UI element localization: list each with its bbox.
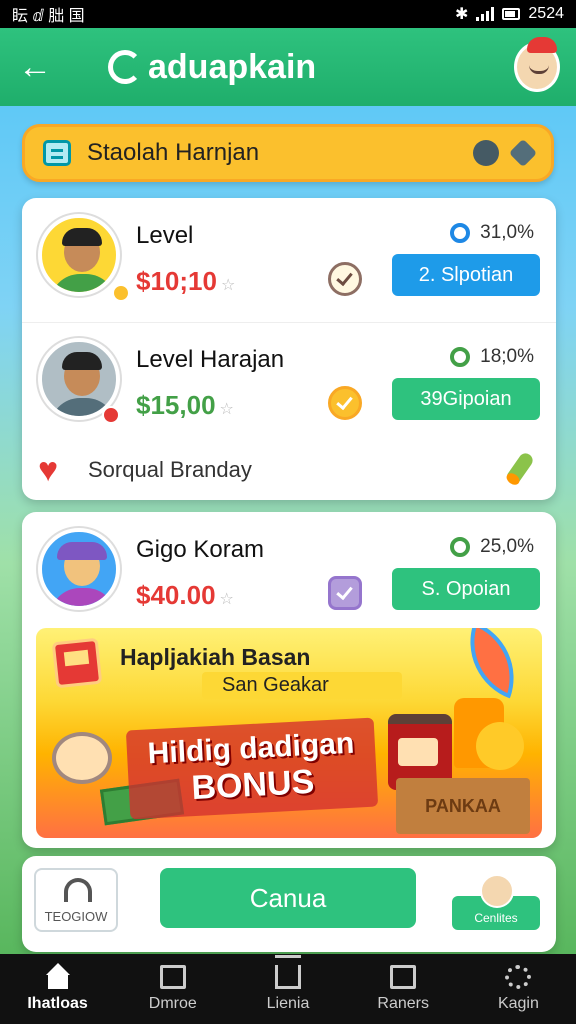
brand-name: aduapkain [148, 47, 317, 86]
headphones-icon [64, 878, 92, 902]
top-banner-title: Staolah Harnjan [87, 139, 260, 166]
battery-icon [502, 8, 521, 20]
continue-button[interactable]: Canua [160, 868, 416, 928]
leaf-decoration-icon [453, 628, 531, 699]
clock: 2524 [528, 5, 564, 22]
status-left-icons: 眃 ⅆ 朏 国 [12, 8, 85, 25]
smiley-fruit-icon [476, 722, 524, 770]
signal-icon [476, 7, 495, 21]
back-arrow-icon[interactable]: ← [18, 50, 68, 84]
offer-row[interactable]: Level Harajan $15,00 ☆ 18;0% 39Gipoian [22, 322, 556, 442]
document-icon [159, 965, 186, 989]
offer-price: $10;10 ☆ [136, 266, 236, 296]
tag-icon [450, 223, 471, 243]
tab-label: Raners [377, 995, 429, 1012]
chat-icon[interactable] [473, 140, 499, 166]
offer-row[interactable]: Gigo Koram $40.00 ☆ 25,0% S. Opoian [22, 512, 556, 632]
offer-button[interactable]: S. Opoian [392, 568, 540, 610]
offer-button[interactable]: 39Gipoian [392, 378, 540, 420]
avatar [38, 214, 120, 296]
coin-badge-icon [112, 284, 130, 302]
offer-price: $40.00 ☆ [136, 580, 234, 610]
house-outline-icon [275, 955, 301, 989]
star-icon: ☆ [219, 591, 234, 608]
sale-tag-icon [51, 637, 103, 689]
rocket-icon[interactable] [500, 450, 540, 490]
offer-name: Gigo Koram [136, 536, 265, 563]
home-icon [45, 963, 71, 989]
tab-refresh[interactable]: Kagin [461, 954, 576, 1024]
offer-row[interactable]: Level $10;10 ☆ 31,0% 2. Slpotian [22, 198, 556, 318]
offer-percent: 31,0% [450, 222, 534, 244]
promo-heading: Hapljakiah Basan [120, 644, 311, 670]
favorite-row[interactable]: ♥ Sorqual Branday [38, 450, 540, 490]
kid-avatar-icon [480, 874, 514, 908]
app-brand: aduapkain [108, 48, 316, 87]
refresh-icon [505, 965, 532, 989]
bluetooth-icon: ✱ [455, 6, 469, 23]
tab-documents[interactable]: Dmroe [115, 954, 230, 1024]
heart-icon[interactable]: ♥ [38, 453, 88, 487]
promo-subheading: San Geakar [202, 672, 402, 699]
featured-card: Gigo Koram $40.00 ☆ 25,0% S. Opoian Haplj… [22, 512, 556, 848]
action-card: TEOGIOW Canua Cenlites [22, 856, 556, 952]
tab-tasks[interactable]: Raners [346, 954, 461, 1024]
offer-button[interactable]: 2. Slpotian [392, 254, 540, 296]
shield-medal-icon [328, 262, 362, 296]
list-icon [43, 140, 71, 166]
tag-icon [450, 347, 471, 367]
avatar [38, 528, 120, 610]
top-banner[interactable]: Staolah Harnjan [22, 124, 554, 182]
product-box: PANKAA [396, 778, 530, 834]
login-label: TEOGIOW [44, 909, 108, 924]
star-icon: ☆ [220, 277, 236, 294]
checklist-icon [390, 965, 417, 989]
tab-house[interactable]: Lienia [230, 954, 345, 1024]
tab-label: Lienia [266, 995, 310, 1012]
basket-icon [52, 732, 112, 784]
star-icon[interactable] [508, 138, 538, 168]
offer-name: Level [136, 222, 194, 249]
promo-bonus-text: Hildig dadigan BONUS [125, 717, 379, 820]
brand-logo-icon [108, 50, 142, 84]
status-right: ✱ 2524 [455, 4, 564, 24]
app-bar: ← aduapkain [0, 28, 576, 106]
tag-icon [450, 537, 471, 557]
offers-card: Level $10;10 ☆ 31,0% 2. Slpotian Level Ha… [22, 198, 556, 500]
bottom-tab-bar: Ihatloas Dmroe Lienia Raners Kagin [0, 954, 576, 1024]
check-medal-icon [328, 386, 362, 420]
offer-percent: 25,0% [450, 536, 534, 558]
check-badge-icon [328, 576, 362, 610]
status-bar: 眃 ⅆ 朏 国 ✱ 2524 [0, 0, 576, 28]
tab-label: Dmroe [148, 995, 197, 1012]
tab-label: Ihatloas [27, 995, 88, 1012]
bonus-promo-banner[interactable]: Hapljakiah Basan San Geakar PANKAA Hildi… [36, 628, 542, 838]
star-icon: ☆ [219, 401, 234, 418]
book-badge-icon [102, 406, 120, 424]
tab-home[interactable]: Ihatloas [0, 954, 115, 1024]
offer-price: $15,00 ☆ [136, 390, 234, 420]
offer-percent: 18;0% [450, 346, 534, 368]
login-button[interactable]: TEOGIOW [34, 868, 118, 932]
mascot-avatar-icon[interactable] [514, 37, 560, 92]
favorite-label: Sorqual Branday [88, 457, 252, 482]
offer-name: Level Harajan [136, 346, 285, 373]
tab-label: Kagin [497, 995, 539, 1012]
